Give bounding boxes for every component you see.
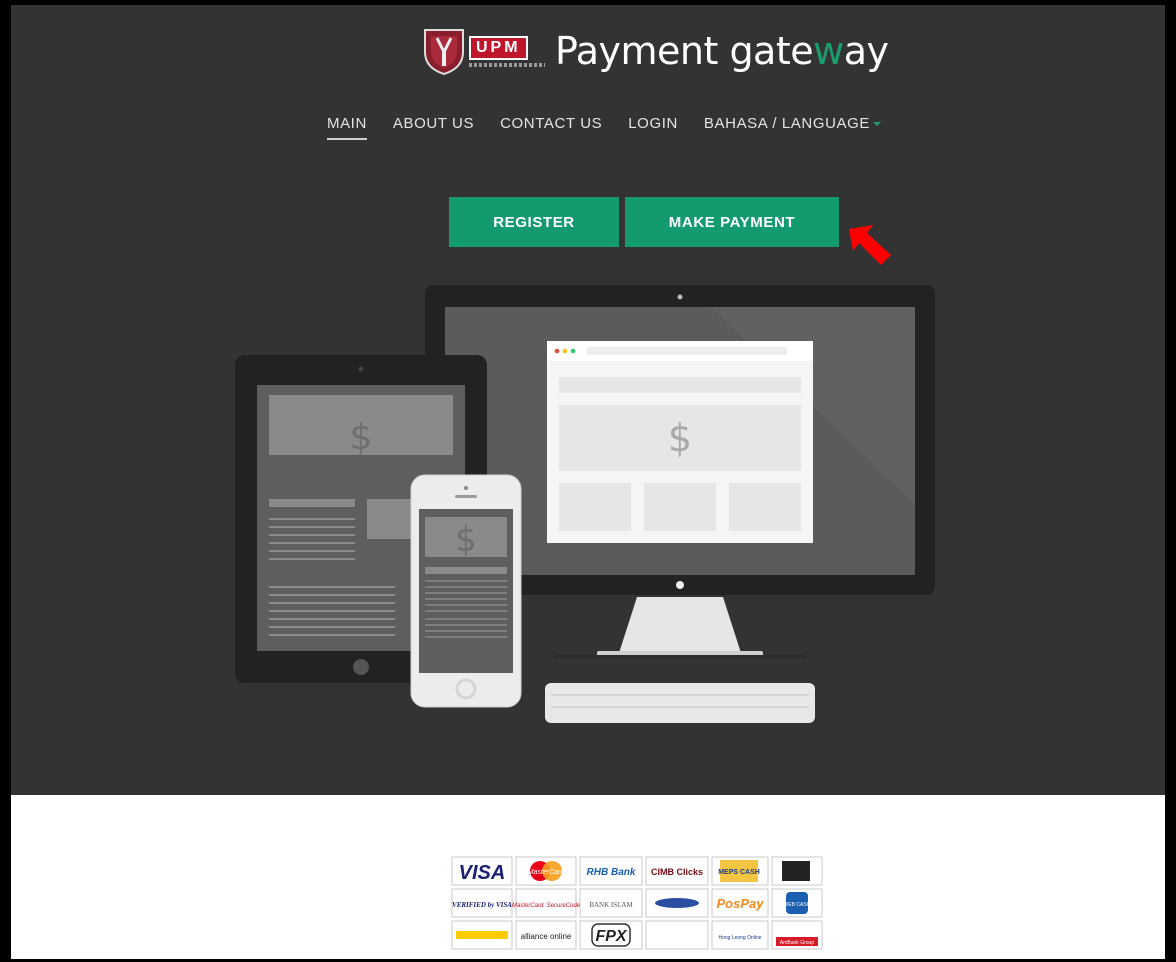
mastercard-logo: MasterCard (528, 869, 566, 876)
nav-contact-us[interactable]: CONTACT US (487, 113, 615, 140)
phone-illustration (410, 474, 522, 708)
mastercard-securecode-logo: MasterCard. SecureCode (512, 903, 581, 909)
hero-section: UPM Payment gateway MAIN ABOUT US CONTAC… (5, 5, 1171, 795)
main-nav: MAIN ABOUT US CONTACT US LOGIN BAHASA / … (11, 113, 1176, 140)
bank-islam-logo: BANK ISLAM (589, 901, 633, 909)
bank-logo-swirl (655, 898, 699, 908)
upm-shield-icon (424, 29, 464, 76)
brand-header[interactable]: UPM Payment gateway (423, 23, 889, 79)
dollar-sign-tablet: $ (350, 417, 373, 458)
nav-about-us[interactable]: ABOUT US (380, 113, 487, 140)
devices-illustration: $ $ $ (235, 285, 935, 723)
hong-leong-logo: Hong Leong Online (718, 935, 761, 941)
rhb-logo: RHB Bank (587, 867, 636, 878)
caret-down-icon (873, 122, 882, 127)
dollar-sign-phone: $ (455, 520, 477, 560)
nav-language[interactable]: BAHASA / LANGUAGE (691, 113, 894, 140)
ambank-logo: AmBank Group (780, 940, 814, 946)
payment-logos: VISA MasterCard RHB Bank CIMB Clicks MEP… (446, 855, 826, 955)
nav-language-label: BAHASA / LANGUAGE (703, 115, 871, 132)
upm-logo: UPM (469, 35, 545, 67)
upm-subtitle-bar (469, 62, 545, 67)
dollar-sign-monitor: $ (668, 416, 692, 460)
red-arrow-icon (849, 225, 891, 265)
nav-main[interactable]: MAIN (314, 113, 380, 140)
page-title: Payment gateway (555, 29, 889, 73)
visa-logo: VISA (459, 862, 506, 884)
webcash-logo: WEB CASH (784, 902, 811, 908)
make-payment-button[interactable]: MAKE PAYMENT (625, 197, 839, 247)
nav-login[interactable]: LOGIN (615, 113, 691, 140)
upm-badge: UPM (469, 35, 528, 60)
register-button[interactable]: REGISTER (449, 197, 619, 247)
meps-cash-logo: MEPS CASH (718, 869, 760, 876)
alliance-online-logo: alliance online (521, 932, 572, 941)
fpx-logo: FPX (595, 928, 627, 945)
pospay-logo: PosPay (717, 896, 765, 911)
cimb-clicks-logo: CIMB Clicks (651, 867, 703, 877)
verified-by-visa-logo: VERIFIED by VISA (452, 901, 512, 909)
